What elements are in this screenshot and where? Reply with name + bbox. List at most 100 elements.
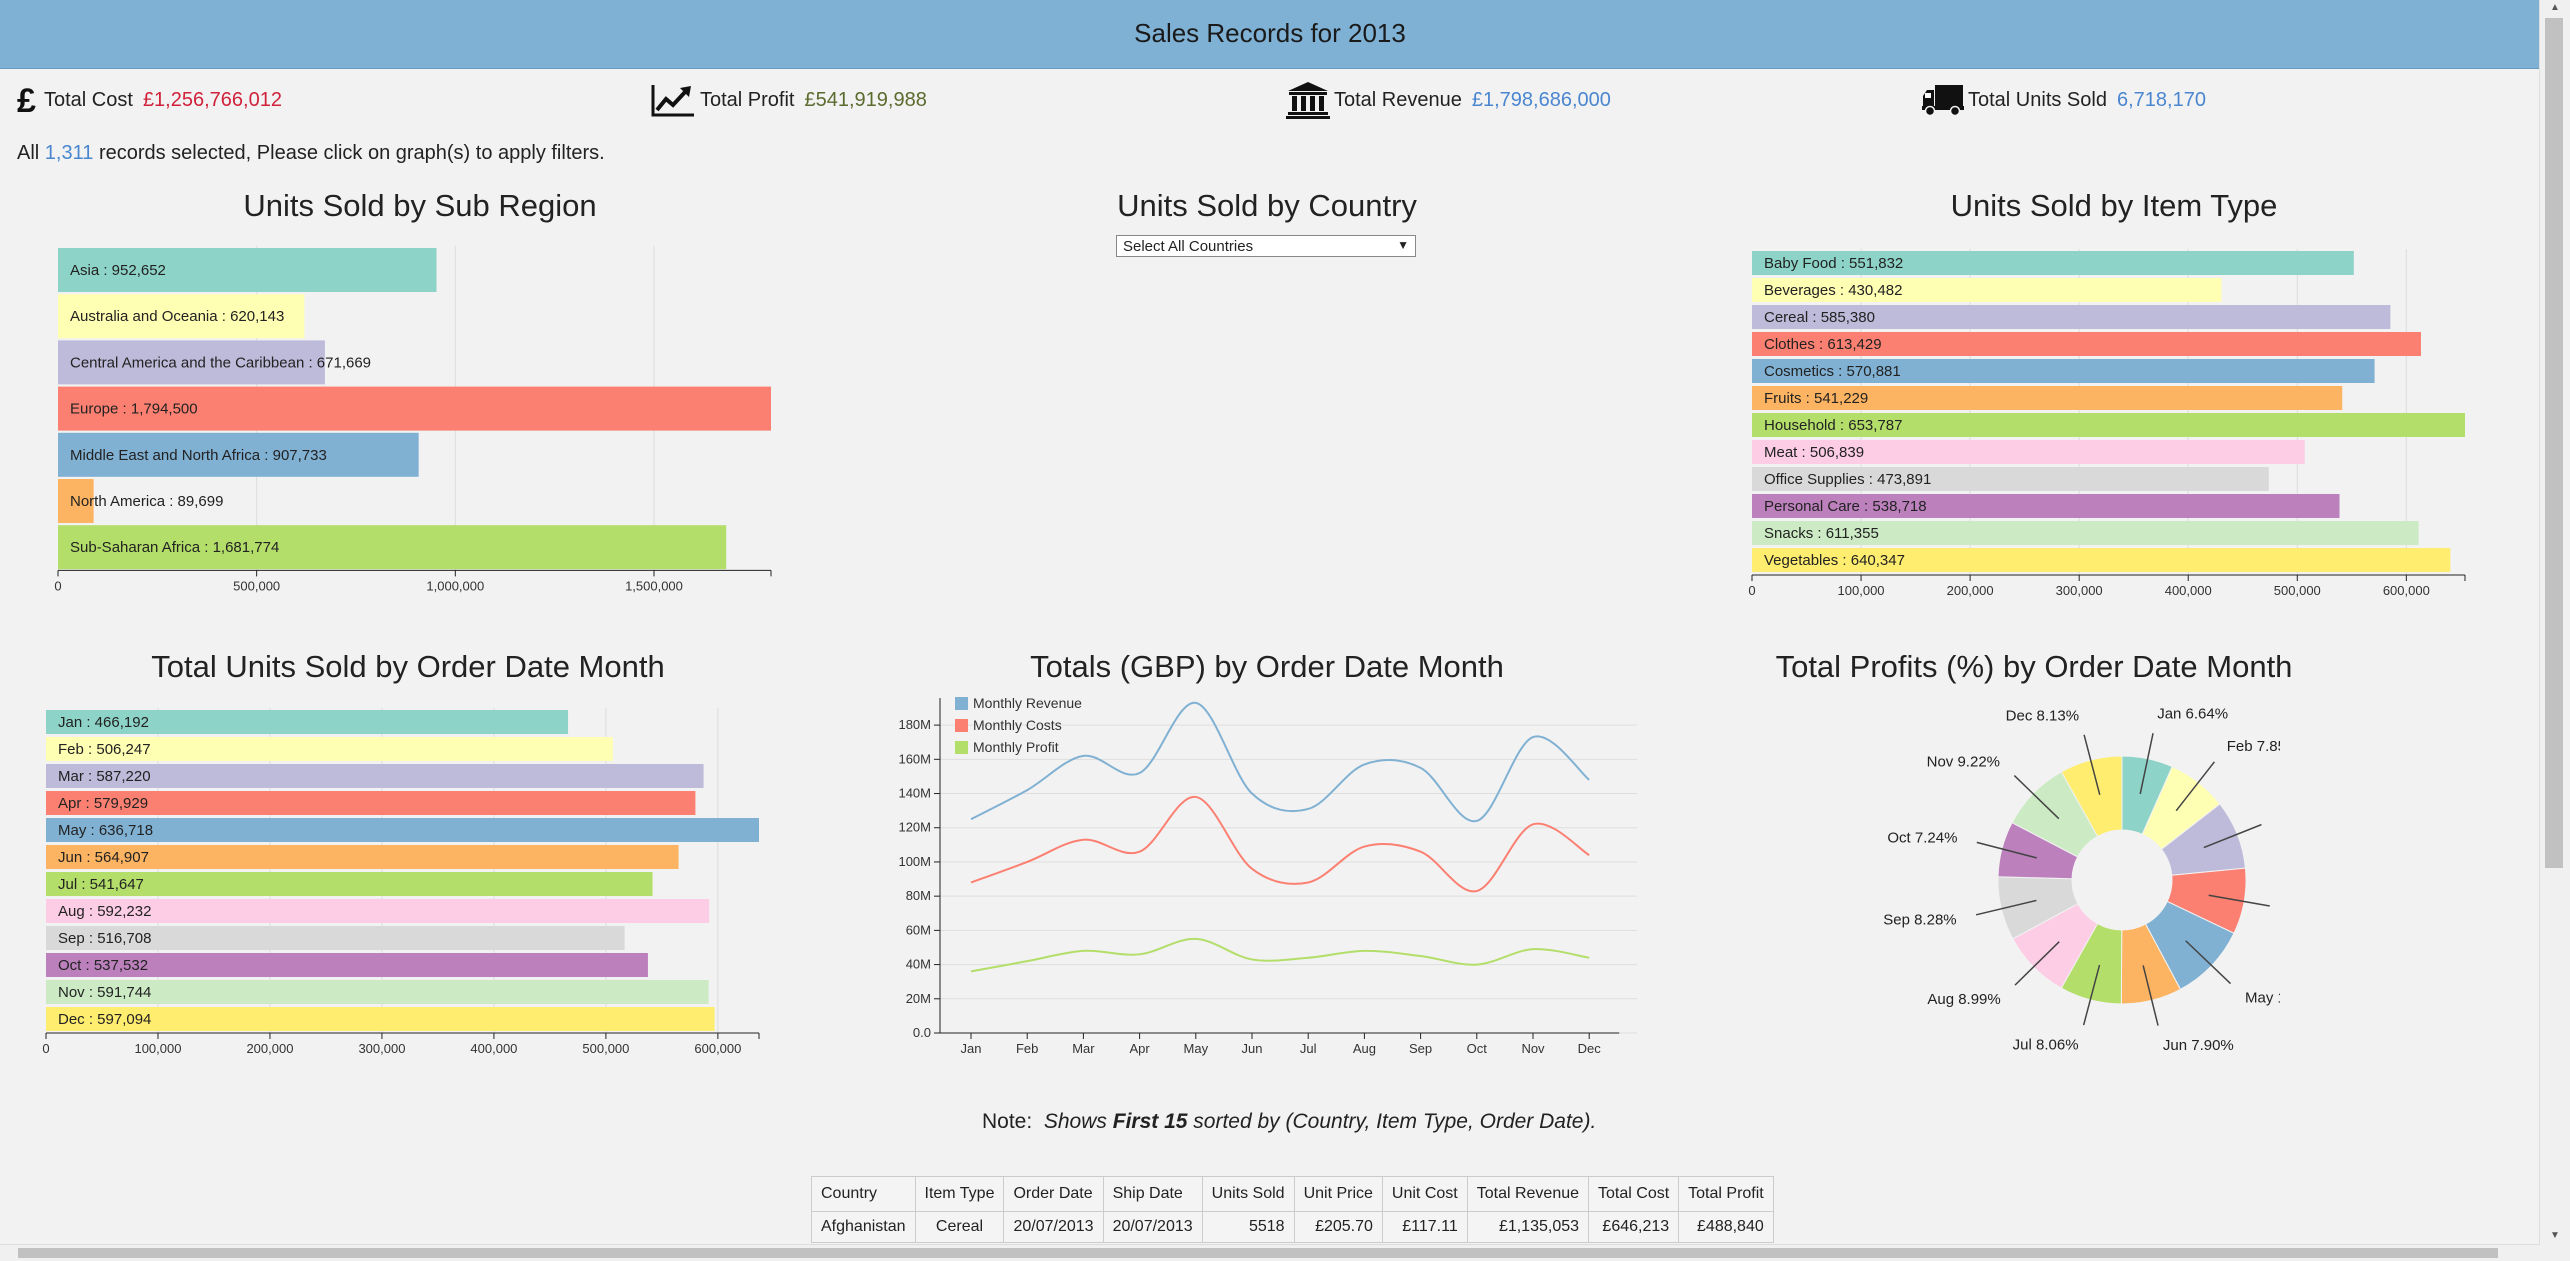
scrollbar-thumb[interactable] xyxy=(18,1248,2498,1258)
slice-label: Oct 7.24% xyxy=(1887,829,1957,846)
legend-swatch xyxy=(955,697,968,710)
note-strong: First 15 xyxy=(1112,1110,1188,1133)
tick-label: 300,000 xyxy=(2056,583,2103,598)
chart-title-month-units: Total Units Sold by Order Date Month xyxy=(151,649,665,684)
bar-label: Australia and Oceania : 620,143 xyxy=(70,308,284,325)
slice-label: May 10.12% xyxy=(2245,989,2280,1006)
trend-up-icon xyxy=(651,85,694,117)
slice-label: Sep 8.28% xyxy=(1883,911,1956,928)
tick-label: 200,000 xyxy=(1947,583,1994,598)
bar-label: Household : 653,787 xyxy=(1764,417,1902,434)
kpi-label: Total Cost xyxy=(44,88,133,111)
bar-label: Fruits : 541,229 xyxy=(1764,390,1868,407)
y-tick-label: 80M xyxy=(906,888,931,903)
legend-swatch xyxy=(955,719,968,732)
column-header[interactable]: Units Sold xyxy=(1201,1176,1295,1212)
scrollbar-thumb[interactable] xyxy=(2545,18,2563,868)
slice-label: Jul 8.06% xyxy=(2013,1036,2079,1053)
note-after: sorted by (Country, Item Type, Order Dat… xyxy=(1193,1110,1597,1133)
x-tick-label: Mar xyxy=(1072,1041,1095,1056)
chart-profits: Jan 6.64%Feb 7.85%Mar 8.99%Apr 8.59%May … xyxy=(1883,706,2280,1054)
column-header[interactable]: Ship Date xyxy=(1102,1176,1203,1212)
x-tick-label: Sep xyxy=(1409,1041,1432,1056)
column-header[interactable]: Item Type xyxy=(914,1176,1005,1212)
tick-label: 100,000 xyxy=(134,1041,181,1056)
scroll-down-icon[interactable]: ▼ xyxy=(2550,1230,2560,1241)
slice-label: Jan 6.64% xyxy=(2157,706,2228,723)
x-tick-label: Nov xyxy=(1521,1041,1545,1056)
bar-label: Baby Food : 551,832 xyxy=(1764,255,1903,272)
y-tick-label: 140M xyxy=(898,786,931,801)
bar-label: Jan : 466,192 xyxy=(58,714,149,731)
bar-label: Vegetables : 640,347 xyxy=(1764,552,1905,569)
tick-label: 100,000 xyxy=(1838,583,1885,598)
legend-label: Monthly Costs xyxy=(973,717,1062,733)
x-tick-label: Apr xyxy=(1129,1041,1150,1056)
bar-label: Cereal : 585,380 xyxy=(1764,309,1875,326)
table-cell: Afghanistan xyxy=(811,1211,916,1243)
kpi-label: Total Revenue xyxy=(1334,88,1462,111)
bank-icon xyxy=(1286,82,1330,119)
table-cell: £1,135,053 xyxy=(1466,1211,1590,1243)
column-header[interactable]: Unit Cost xyxy=(1381,1176,1468,1212)
legend-label: Monthly Profit xyxy=(973,739,1059,755)
bar-label: Sub-Saharan Africa : 1,681,774 xyxy=(70,539,279,556)
table-cell: Cereal xyxy=(914,1211,1005,1243)
selection-count: 1,311 xyxy=(44,142,94,164)
tick-label: 0 xyxy=(42,1041,49,1056)
scroll-up-icon[interactable]: ▲ xyxy=(2550,2,2560,13)
table-header-row: Country Item Type Order Date Ship Date Units… xyxy=(811,1176,1774,1212)
svg-text:£: £ xyxy=(17,83,36,117)
country-select[interactable]: Select All Countries ▼ xyxy=(1116,235,1416,257)
country-select-value: Select All Countries xyxy=(1123,238,1254,255)
kpi-value: £1,798,686,000 xyxy=(1471,88,1611,111)
column-header[interactable]: Total Revenue xyxy=(1466,1176,1590,1212)
tick-label: 400,000 xyxy=(2165,583,2212,598)
table-cell: £117.11 xyxy=(1381,1211,1468,1243)
tick-label: 200,000 xyxy=(246,1041,293,1056)
slice-label: Nov 9.22% xyxy=(1927,754,2000,771)
tick-label: 1,500,000 xyxy=(625,578,683,593)
column-header[interactable]: Country xyxy=(811,1176,916,1212)
chart-title-country: Units Sold by Country xyxy=(1117,188,1417,223)
note-before: Shows xyxy=(1043,1110,1107,1133)
chart-title-profits: Total Profits (%) by Order Date Month xyxy=(1775,649,2293,684)
column-header[interactable]: Order Date xyxy=(1003,1176,1104,1212)
vertical-scrollbar[interactable]: ▲ ▼ xyxy=(2539,0,2570,1261)
tick-label: 500,000 xyxy=(2274,583,2321,598)
bar-label: Beverages : 430,482 xyxy=(1764,282,1902,299)
y-tick-label: 0.0 xyxy=(913,1025,931,1040)
y-tick-label: 60M xyxy=(906,922,931,937)
kpi-value: £541,919,988 xyxy=(804,88,927,111)
table-row: Afghanistan Cereal 20/07/2013 20/07/2013 551… xyxy=(811,1211,1774,1243)
bar-label: Personal Care : 538,718 xyxy=(1764,498,1927,515)
column-header[interactable]: Unit Price xyxy=(1293,1176,1383,1212)
kpi-value: 6,718,170 xyxy=(2116,88,2206,111)
page-title: Sales Records for 2013 xyxy=(1134,18,1406,48)
column-header[interactable]: Total Profit xyxy=(1678,1176,1774,1212)
chart-title-itemtype: Units Sold by Item Type xyxy=(1950,188,2278,223)
bar-label: Feb : 506,247 xyxy=(58,741,151,758)
truck-icon xyxy=(1922,85,1964,117)
column-header[interactable]: Total Cost xyxy=(1588,1176,1680,1212)
series-line xyxy=(970,701,1590,822)
bar-label: Snacks : 611,355 xyxy=(1764,525,1879,542)
bar-label: Apr : 579,929 xyxy=(58,795,148,812)
selection-status: All 1,311 records selected, Please click… xyxy=(17,142,605,165)
y-tick-label: 120M xyxy=(898,820,931,835)
chart-subregion: 0 500,000 1,000,000 1,500,000 Asia : 952,652… xyxy=(54,246,772,593)
x-tick-label: May xyxy=(1184,1041,1209,1056)
x-tick-label: Feb xyxy=(1016,1041,1038,1056)
tick-label: 400,000 xyxy=(470,1041,517,1056)
records-table: Country Item Type Order Date Ship Date Units… xyxy=(811,1176,1774,1243)
slice-label: Dec 8.13% xyxy=(2006,708,2079,725)
table-cell: £646,213 xyxy=(1588,1211,1680,1243)
bar-label: Jun : 564,907 xyxy=(58,849,149,866)
horizontal-scrollbar[interactable] xyxy=(0,1244,2540,1261)
slice-label: Aug 8.99% xyxy=(1927,991,2000,1008)
x-tick-label: Jul xyxy=(1300,1041,1317,1056)
tick-label: 0 xyxy=(54,578,61,593)
chart-title-subregion: Units Sold by Sub Region xyxy=(243,188,597,223)
table-cell: £488,840 xyxy=(1678,1211,1774,1243)
tick-label: 600,000 xyxy=(694,1041,741,1056)
